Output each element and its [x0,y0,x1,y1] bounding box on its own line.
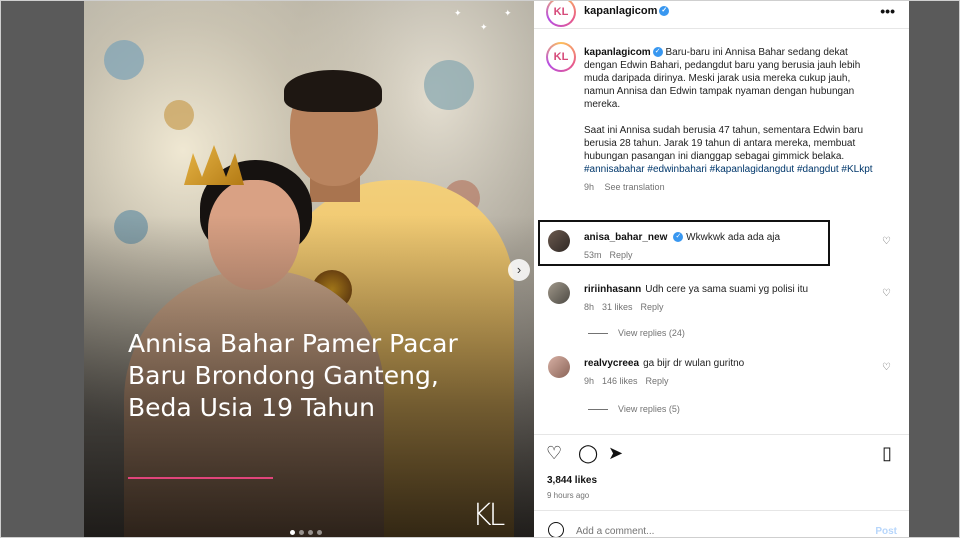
view-replies-label: View replies (24) [618,328,685,338]
comment-meta: 8h 31 likes Reply [584,302,672,312]
post-photo[interactable]: ✦ ✦ ✦ Annisa Bahar Pamer Pacar Baru Bron… [84,0,534,538]
comment-item: ririinhasann Udh cere ya sama suami yg po… [546,282,901,322]
view-replies-label: View replies (5) [618,404,680,414]
carousel-dot [299,530,304,535]
bookmark-icon[interactable]: ▯ [882,444,892,462]
comment-text: realvycreea ga bijr dr wulan guritno [584,358,744,369]
reply-link[interactable]: Reply [646,376,669,386]
post-comment-button[interactable]: Post [875,526,897,537]
comment-text: ririinhasann Udh cere ya sama suami yg po… [584,284,808,295]
divider [534,28,909,29]
comment-item: realvycreea ga bijr dr wulan guritno 9h 14… [546,356,901,396]
replies-line [588,409,608,411]
commenter-avatar[interactable] [548,230,570,252]
headline-rule [128,477,273,479]
comment-body: Wkwkwk ada ada aja [686,232,781,243]
add-comment-bar: Add a comment... Post [534,516,909,538]
carousel-dots [290,530,322,535]
avatar-logo: KL [548,44,574,70]
comment-likes: 31 likes [602,302,633,312]
divider [534,510,909,511]
comment-item: anisa_bahar_new ✓ Wkwkwk ada ada aja 53m R… [546,230,901,270]
like-comment-icon[interactable]: ♡ [882,236,891,247]
likes-count[interactable]: 3,844 likes [547,475,597,486]
more-options-icon[interactable]: ••• [880,3,895,19]
comment-user[interactable]: ririinhasann [584,284,641,295]
comment-time: 8h [584,302,595,312]
verified-icon: ✓ [659,6,670,17]
reply-link[interactable]: Reply [641,302,664,312]
reply-link[interactable]: Reply [610,250,633,260]
sparkle-icon: ✦ [504,8,512,18]
comment-body: Udh cere ya sama suami yg polisi itu [645,284,809,295]
post-time: 9 hours ago [547,491,590,500]
replies-line [588,333,608,335]
comment-meta: 53m Reply [584,250,641,260]
headline-line: Annisa Bahar Pamer Pacar [128,329,458,358]
divider [534,434,909,435]
like-heart-icon[interactable]: ♡ [546,444,562,462]
verified-icon: ✓ [673,232,684,243]
post-details-panel: KL kapanlagicom ✓ ••• KL kapanlagicom ✓ Ba… [534,0,909,538]
post-author[interactable]: kapanlagicom ✓ [584,5,670,17]
emoji-icon[interactable] [548,522,564,538]
see-translation-link[interactable]: See translation [605,182,665,192]
caption-hashtags[interactable]: #annisabahar #edwinbahari #kapanlagidang… [584,163,874,176]
carousel-dot [308,530,313,535]
caption-paragraph-2: Saat ini Annisa sudah berusia 47 tahun, … [584,125,864,162]
caption-time: 9h [584,182,595,192]
headline: Annisa Bahar Pamer Pacar Baru Brondong G… [128,328,508,424]
username-text: kapanlagicom [584,5,658,17]
comment-meta: 9h 146 likes Reply [584,376,677,386]
like-comment-icon[interactable]: ♡ [882,362,891,373]
avatar-logo: KL [548,0,574,25]
comment-user[interactable]: anisa_bahar_new [584,232,667,243]
comment-time: 53m [584,250,602,260]
add-comment-input[interactable]: Add a comment... [576,526,654,537]
caption: kapanlagicom ✓ Baru-baru ini Annisa Bahar… [584,46,874,194]
post-actions: ♡ ◯ ➤ ▯ [546,444,896,464]
carousel-dot-active [290,530,295,535]
view-replies-button[interactable]: View replies (24) [588,328,685,338]
verified-icon: ✓ [652,47,663,58]
like-comment-icon[interactable]: ♡ [882,288,891,299]
post-header: KL kapanlagicom ✓ ••• [534,0,909,28]
headline-line: Beda Usia 19 Tahun [128,393,375,422]
view-replies-button[interactable]: View replies (5) [588,404,680,414]
carousel-dot [317,530,322,535]
sparkle-icon: ✦ [480,22,488,32]
caption-avatar[interactable]: KL [546,42,576,72]
commenter-avatar[interactable] [548,356,570,378]
sparkle-icon: ✦ [454,8,462,18]
caption-handle[interactable]: kapanlagicom [584,47,651,58]
headline-line: Baru Brondong Ganteng, [128,361,439,390]
comment-text: anisa_bahar_new ✓ Wkwkwk ada ada aja [584,232,780,243]
comment-bubble-icon[interactable]: ◯ [578,444,598,462]
comment-user[interactable]: realvycreea [584,358,639,369]
comment-likes: 146 likes [602,376,638,386]
comment-time: 9h [584,376,595,386]
kl-logo: KL [472,498,505,533]
comment-body: ga bijr dr wulan guritno [643,358,745,369]
commenter-avatar[interactable] [548,282,570,304]
next-slide-button[interactable]: › [508,259,530,281]
photo-gradient [84,0,534,538]
avatar[interactable]: KL [546,0,576,27]
share-send-icon[interactable]: ➤ [608,444,623,462]
